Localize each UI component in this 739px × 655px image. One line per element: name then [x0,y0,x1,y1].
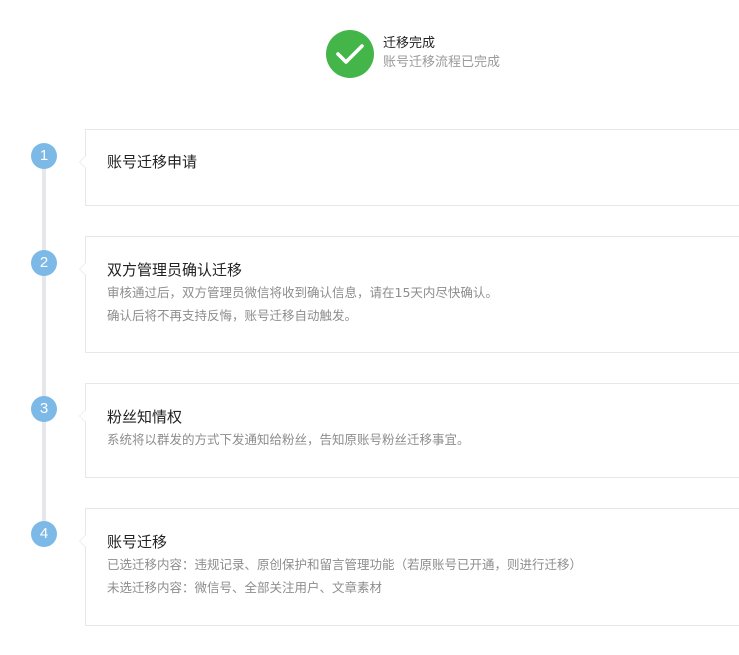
step-card-1: 账号迁移申请 [79,129,739,206]
step-description: 确认后将不再支持反悔，账号迁移自动触发。 [107,308,358,323]
step-card-2: 双方管理员确认迁移 审核通过后，双方管理员微信将收到确认信息，请在15天内尽快确… [79,236,739,353]
step-description: 已选迁移内容：违规记录、原创保护和留言管理功能（若原账号已开通，则进行迁移） [107,557,583,572]
step-number-1: 1 [31,143,57,169]
step-title: 账号迁移 [107,533,168,551]
step-number-4: 4 [31,521,57,547]
timeline-line [42,160,46,532]
step-title: 双方管理员确认迁移 [107,261,243,279]
status-text: 迁移完成 账号迁移流程已完成 [383,30,500,78]
step-description: 未选迁移内容：微信号、全部关注用户、文章素材 [107,580,383,595]
step-card-4: 账号迁移 已选迁移内容：违规记录、原创保护和留言管理功能（若原账号已开通，则进行… [79,508,739,626]
step-card-3: 粉丝知情权 系统将以群发的方式下发通知给粉丝，告知原账号粉丝迁移事宜。 [79,383,739,478]
status-title: 迁移完成 [383,36,436,51]
check-icon [326,30,374,78]
status-description: 账号迁移流程已完成 [383,55,501,70]
step-description: 系统将以群发的方式下发通知给粉丝，告知原账号粉丝迁移事宜。 [107,432,470,447]
step-number-3: 3 [31,396,57,422]
step-title: 粉丝知情权 [107,408,183,426]
step-title: 账号迁移申请 [107,153,198,171]
step-number-2: 2 [31,250,57,276]
completion-status: 迁移完成 账号迁移流程已完成 [326,30,500,78]
step-description: 审核通过后，双方管理员微信将收到确认信息，请在15天内尽快确认。 [107,285,498,300]
